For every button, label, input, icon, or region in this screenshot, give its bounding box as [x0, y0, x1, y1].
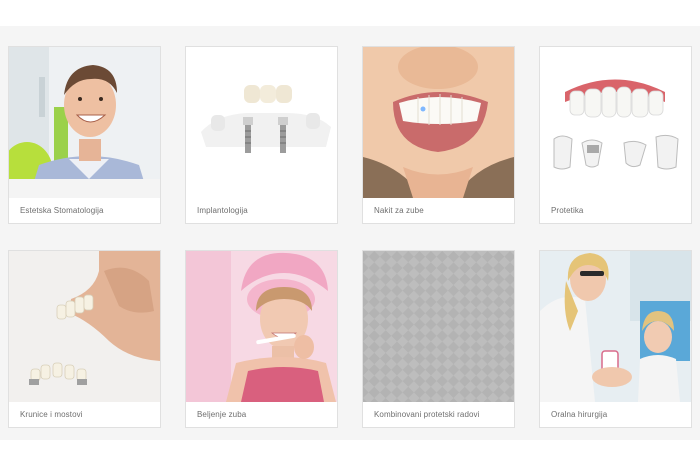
service-label: Beljenje zuba: [197, 410, 247, 419]
service-label: Nakit za zube: [374, 206, 424, 215]
veneers-crowns-model-illustration[interactable]: [540, 47, 691, 198]
woman-brushing-teeth-photo[interactable]: [186, 251, 337, 402]
service-card-beljenje-zuba[interactable]: Beljenje zuba: [185, 250, 338, 428]
service-card-implantologija[interactable]: Implantologija: [185, 46, 338, 224]
tooth-jewel-smile-photo[interactable]: [363, 47, 514, 198]
service-label: Krunice i mostovi: [20, 410, 83, 419]
placeholder-pattern-image[interactable]: [363, 251, 514, 402]
service-card-nakit-za-zube[interactable]: Nakit za zube: [362, 46, 515, 224]
service-label: Estetska Stomatologija: [20, 206, 104, 215]
service-label: Kombinovani protetski radovi: [374, 410, 480, 419]
service-label: Protetika: [551, 206, 584, 215]
service-label: Implantologija: [197, 206, 248, 215]
dentist-child-photo[interactable]: [540, 251, 691, 402]
service-card-krunice-i-mostovi[interactable]: Krunice i mostovi: [8, 250, 161, 428]
dental-implant-bridge-illustration[interactable]: [186, 47, 337, 198]
service-card-oralna-hirurgija[interactable]: Oralna hirurgija: [539, 250, 692, 428]
smiling-patient-photo[interactable]: [9, 47, 160, 198]
service-card-kombinovani-protetski-radovi[interactable]: Kombinovani protetski radovi: [362, 250, 515, 428]
service-label: Oralna hirurgija: [551, 410, 608, 419]
service-card-protetika[interactable]: Protetika: [539, 46, 692, 224]
service-card-estetska-stomatologija[interactable]: Estetska Stomatologija: [8, 46, 161, 224]
crowns-bridges-photo[interactable]: [9, 251, 160, 402]
